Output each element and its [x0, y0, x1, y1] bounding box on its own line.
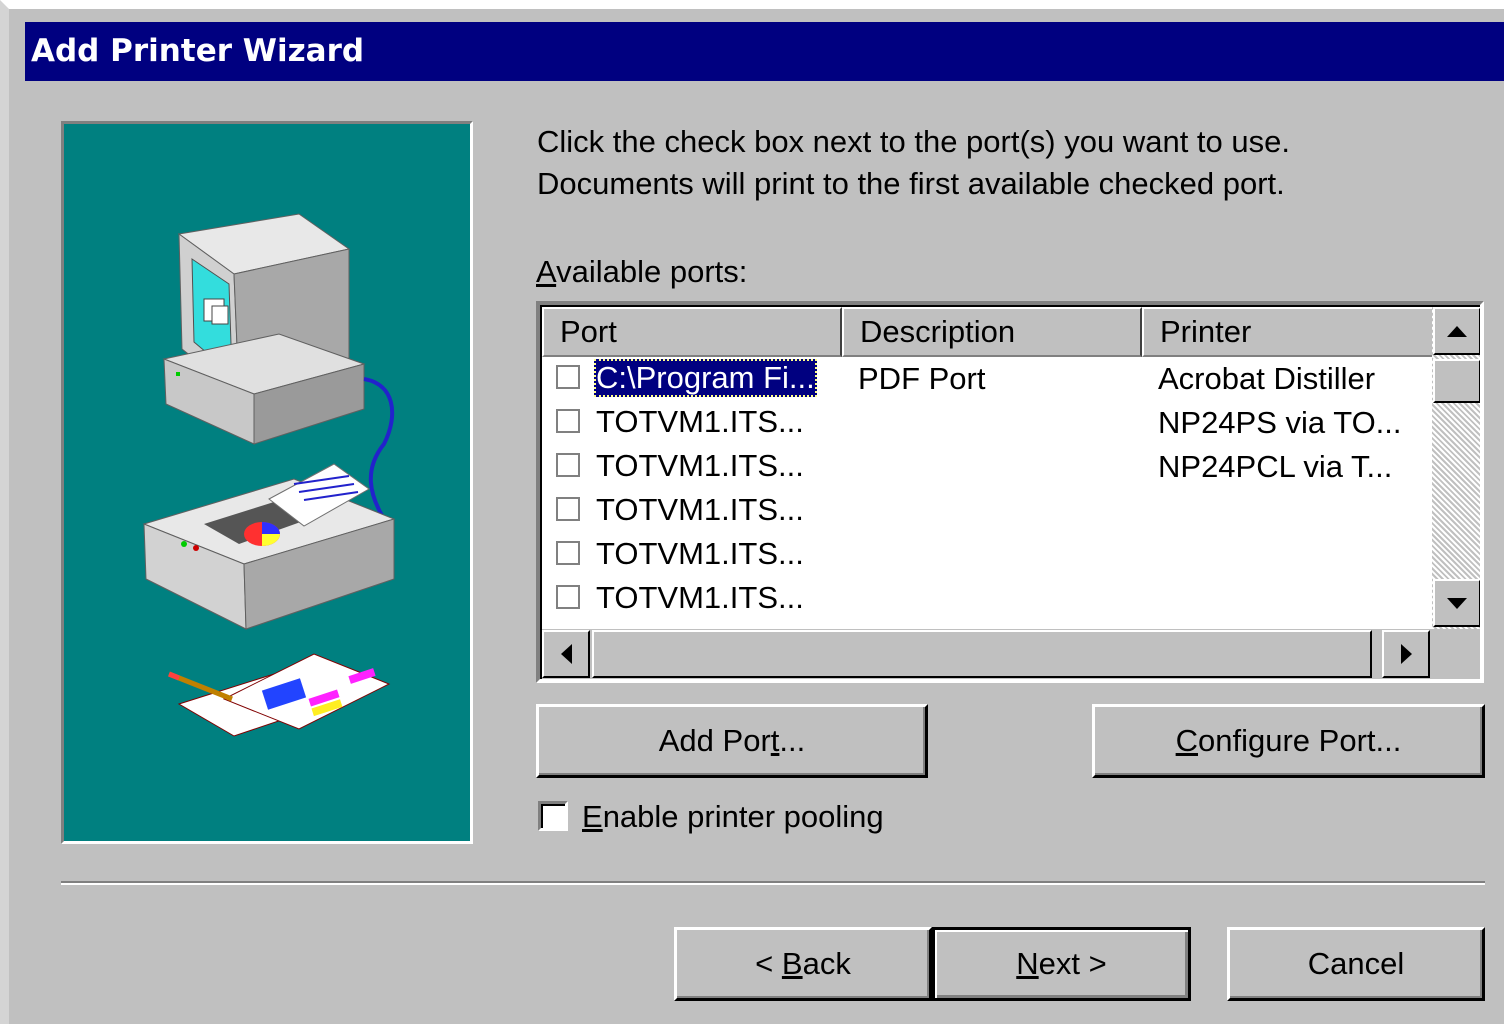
- ports-listview[interactable]: Port Description Printer C:\Program Fi..…: [536, 301, 1484, 683]
- pooling-label-text: nable printer pooling: [602, 799, 884, 834]
- configure-port-button[interactable]: Configure Port...: [1092, 704, 1485, 778]
- available-ports-label: Available ports:: [536, 251, 747, 293]
- title-bar: Add Printer Wizard: [25, 22, 1504, 81]
- instructions-line-1: Click the check box next to the port(s) …: [537, 124, 1290, 159]
- column-header-printer[interactable]: Printer: [1142, 307, 1442, 357]
- port-cell: TOTVM1.ITS...: [596, 448, 804, 483]
- computer-printer-documents-illustration: [142, 213, 396, 737]
- back-button[interactable]: < Back: [674, 927, 932, 1001]
- configure-port-mnemonic: C: [1175, 723, 1199, 758]
- table-row[interactable]: TOTVM1.ITS...: [542, 577, 1432, 621]
- ports-table-rows: C:\Program Fi... PDF Port Acrobat Distil…: [542, 357, 1432, 629]
- configure-port-label: onfigure Port...: [1198, 723, 1402, 758]
- column-header-description-label: Description: [860, 314, 1016, 349]
- back-mnemonic: B: [781, 946, 803, 981]
- scroll-down-button[interactable]: [1433, 579, 1480, 627]
- printer-cell: NP24PS via TO...: [1158, 405, 1402, 440]
- back-label-prefix: <: [755, 946, 782, 981]
- column-header-port[interactable]: Port: [542, 307, 842, 357]
- pooling-checkbox-label: Enable printer pooling: [582, 797, 884, 837]
- pooling-checkbox-box[interactable]: [538, 801, 568, 831]
- instructions-line-2: Documents will print to the first availa…: [537, 166, 1285, 201]
- add-printer-wizard-dialog: Add Printer Wizard Click the check box n…: [0, 0, 1504, 1024]
- add-port-label: Add Por: [658, 723, 771, 758]
- next-button[interactable]: Next >: [932, 927, 1191, 1001]
- port-checkbox[interactable]: [556, 453, 580, 477]
- arrow-down-icon: [1447, 598, 1467, 609]
- vertical-scrollbar[interactable]: [1432, 307, 1480, 629]
- table-row[interactable]: TOTVM1.ITS...: [542, 489, 1432, 533]
- separator-line: [61, 881, 1485, 885]
- available-ports-label-text: vailable ports:: [556, 254, 748, 289]
- wizard-illustration: [61, 121, 473, 844]
- next-label: ext >: [1038, 946, 1107, 981]
- horizontal-scrollbar[interactable]: [542, 629, 1432, 679]
- port-cell: C:\Program Fi...: [594, 359, 817, 397]
- port-cell: TOTVM1.ITS...: [596, 492, 804, 527]
- scroll-left-button[interactable]: [542, 630, 590, 678]
- scroll-up-button[interactable]: [1433, 307, 1480, 355]
- port-checkbox[interactable]: [556, 541, 580, 565]
- ports-table-header: Port Description Printer: [542, 307, 1480, 357]
- port-cell: TOTVM1.ITS...: [596, 536, 804, 571]
- printer-cell: NP24PCL via T...: [1158, 449, 1393, 484]
- port-cell: TOTVM1.ITS...: [596, 580, 804, 615]
- table-row-partial[interactable]: [542, 621, 1432, 629]
- scrollbar-corner: [1432, 629, 1480, 679]
- column-header-printer-label: Printer: [1160, 314, 1252, 349]
- add-port-label-end: ...: [779, 723, 806, 758]
- printer-cell: Acrobat Distiller: [1158, 361, 1376, 396]
- port-checkbox[interactable]: [556, 409, 580, 433]
- column-header-description[interactable]: Description: [842, 307, 1142, 357]
- instructions-text: Click the check box next to the port(s) …: [537, 121, 1497, 205]
- scroll-right-button[interactable]: [1382, 630, 1430, 678]
- column-header-port-label: Port: [560, 314, 617, 349]
- pooling-mnemonic: E: [582, 799, 603, 834]
- next-mnemonic: N: [1016, 946, 1039, 981]
- table-row[interactable]: TOTVM1.ITS... NP24PCL via T...: [542, 445, 1432, 489]
- port-checkbox[interactable]: [556, 365, 580, 389]
- arrow-right-icon: [1401, 644, 1412, 664]
- port-checkbox[interactable]: [556, 585, 580, 609]
- table-row[interactable]: C:\Program Fi... PDF Port Acrobat Distil…: [542, 357, 1432, 401]
- table-row[interactable]: TOTVM1.ITS...: [542, 533, 1432, 577]
- table-row[interactable]: TOTVM1.ITS... NP24PS via TO...: [542, 401, 1432, 445]
- horizontal-scroll-thumb[interactable]: [592, 630, 1372, 678]
- port-checkbox[interactable]: [556, 497, 580, 521]
- description-cell: PDF Port: [858, 361, 986, 396]
- back-label: ack: [802, 946, 851, 981]
- cancel-button[interactable]: Cancel: [1227, 927, 1485, 1001]
- arrow-up-icon: [1447, 326, 1467, 337]
- window-title: Add Printer Wizard: [31, 33, 365, 69]
- vertical-scroll-thumb[interactable]: [1433, 359, 1480, 403]
- available-ports-mnemonic: A: [536, 254, 557, 289]
- add-port-button[interactable]: Add Port...: [536, 704, 928, 778]
- port-cell: TOTVM1.ITS...: [596, 404, 804, 439]
- arrow-left-icon: [561, 644, 572, 664]
